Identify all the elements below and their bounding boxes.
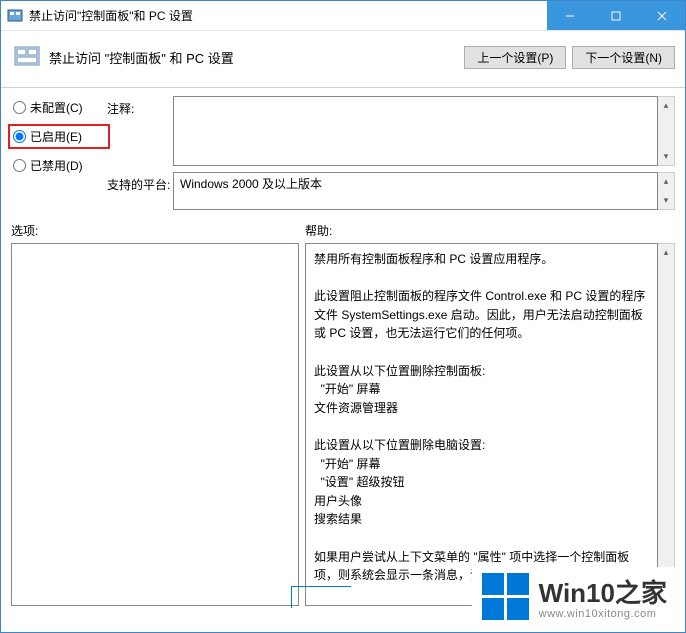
radio-enabled[interactable]: 已启用(E) [11,127,107,146]
maximize-button[interactable] [593,1,639,30]
radio-not-configured-label: 未配置(C) [30,99,83,116]
radio-enabled-label: 已启用(E) [30,128,82,145]
right-fields: 注释: ▴ ▾ 支持的平台: Windows 2000 及以上版本 ▴ ▾ [107,96,675,216]
close-button[interactable] [639,1,685,30]
watermark: Win10之家 www.win10xitong.com [472,567,677,626]
window-controls [547,1,685,30]
radio-enabled-input[interactable] [13,130,26,143]
help-column: 帮助: 禁用所有控制面板程序和 PC 设置应用程序。 此设置阻止控制面板的程序文… [305,218,675,606]
previous-setting-button[interactable]: 上一个设置(P) [464,46,566,69]
comment-label: 注释: [107,96,173,166]
supported-on-box: Windows 2000 及以上版本 [173,172,658,210]
app-icon [7,8,23,24]
comment-row: 注释: ▴ ▾ [107,96,675,166]
radio-not-configured[interactable]: 未配置(C) [11,98,107,117]
policy-title: 禁止访问 "控制面板" 和 PC 设置 [49,48,458,67]
config-row: 未配置(C) 已启用(E) 已禁用(D) 注释: ▴ ▾ 支持的平台: [1,88,685,216]
watermark-url: www.win10xitong.com [539,608,657,620]
help-scrollbar[interactable]: ▴ ▾ [658,243,675,606]
lower-panels: 选项: 帮助: 禁用所有控制面板程序和 PC 设置应用程序。 此设置阻止控制面板… [1,216,685,616]
supported-scrollbar[interactable]: ▴ ▾ [658,172,675,210]
radio-group: 未配置(C) 已启用(E) 已禁用(D) [11,96,107,216]
watermark-brand: Win10 [539,578,615,608]
titlebar: 禁止访问"控制面板"和 PC 设置 [1,1,685,31]
radio-disabled-input[interactable] [13,159,26,172]
button-fragment [291,586,351,608]
next-setting-button[interactable]: 下一个设置(N) [572,46,675,69]
windows-logo-icon [482,573,529,620]
comment-scrollbar[interactable]: ▴ ▾ [658,96,675,166]
supported-label: 支持的平台: [107,172,173,210]
scroll-down-icon[interactable]: ▾ [658,192,674,209]
radio-disabled-label: 已禁用(D) [30,157,83,174]
options-box [11,243,299,606]
supported-row: 支持的平台: Windows 2000 及以上版本 ▴ ▾ [107,172,675,210]
window-title: 禁止访问"控制面板"和 PC 设置 [29,7,547,24]
options-label: 选项: [11,222,299,239]
help-label: 帮助: [305,222,675,239]
help-text: 禁用所有控制面板程序和 PC 设置应用程序。 此设置阻止控制面板的程序文件 Co… [306,244,657,605]
help-box: 禁用所有控制面板程序和 PC 设置应用程序。 此设置阻止控制面板的程序文件 Co… [305,243,658,606]
radio-not-configured-input[interactable] [13,101,26,114]
scroll-up-icon[interactable]: ▴ [658,97,674,114]
comment-textarea[interactable] [173,96,658,166]
scroll-up-icon[interactable]: ▴ [658,244,674,261]
header-row: 禁止访问 "控制面板" 和 PC 设置 上一个设置(P) 下一个设置(N) [1,31,685,88]
minimize-button[interactable] [547,1,593,30]
policy-icon [11,41,43,73]
supported-on-text: Windows 2000 及以上版本 [180,175,322,207]
watermark-suffix: 之家 [615,578,667,608]
scroll-up-icon[interactable]: ▴ [658,173,674,190]
radio-disabled[interactable]: 已禁用(D) [11,156,107,175]
scroll-down-icon[interactable]: ▾ [658,148,674,165]
options-column: 选项: [11,218,299,606]
